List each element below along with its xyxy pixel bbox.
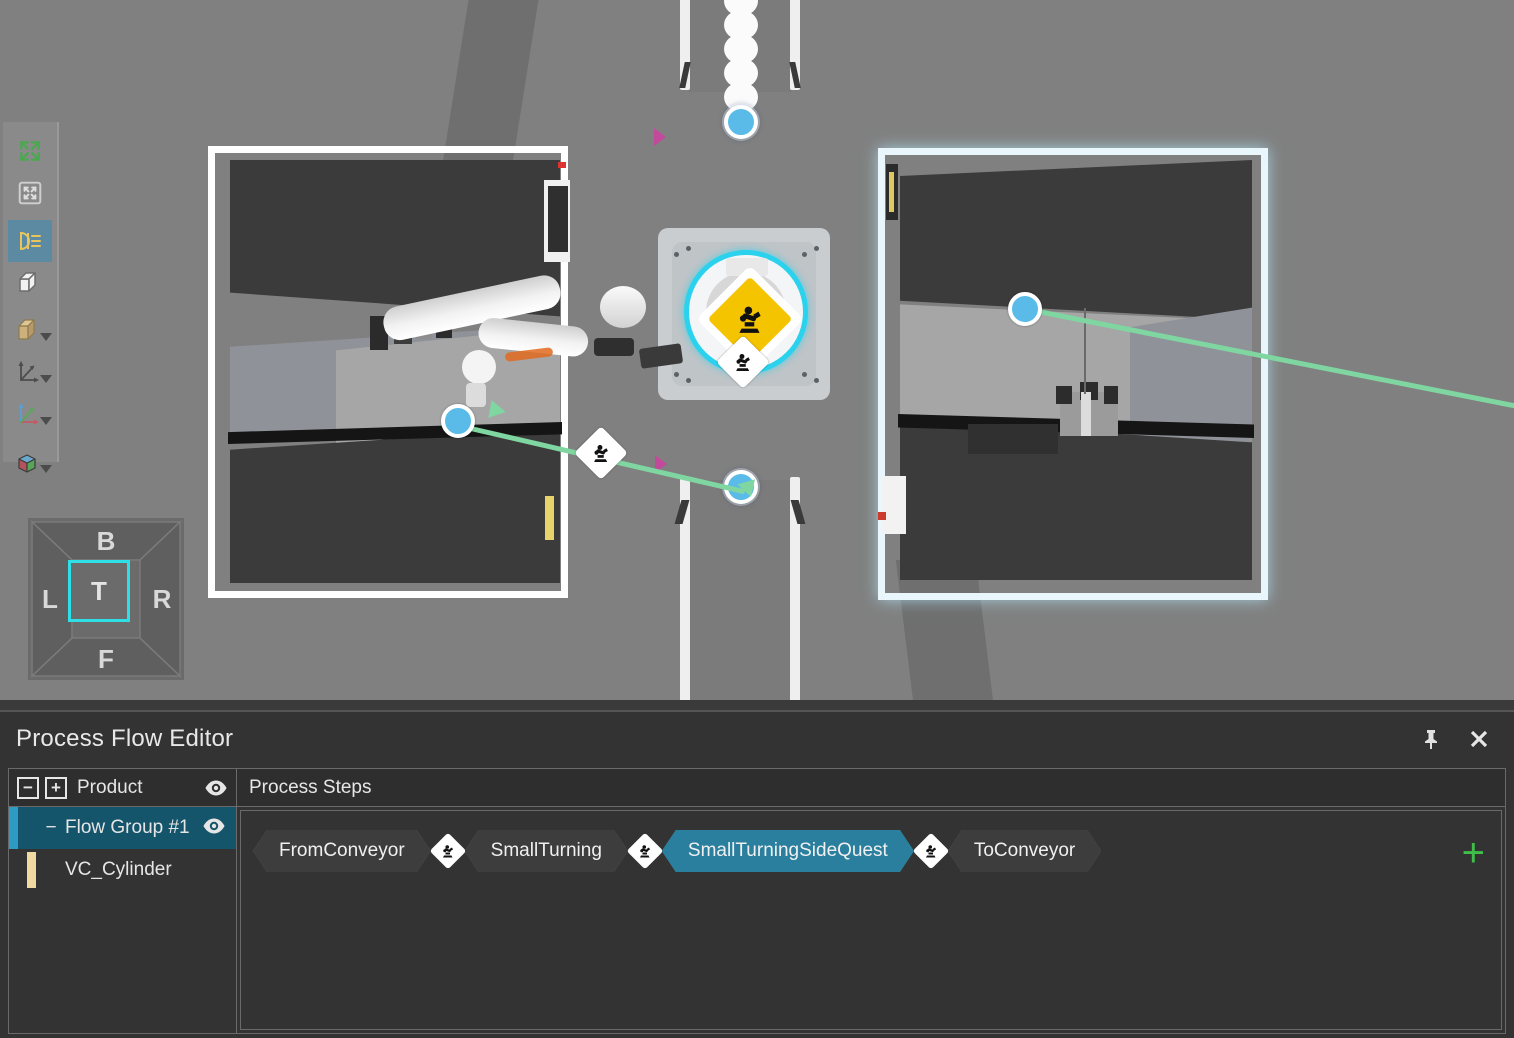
robot-arm-icon bbox=[739, 306, 761, 333]
panel-title-bar: Process Flow Editor bbox=[0, 712, 1514, 766]
page-title: Process Flow Editor bbox=[16, 725, 234, 752]
toolbar-item-coordinate-display[interactable] bbox=[2, 352, 58, 394]
process-steps-row: FromConveyor SmallTurning SmallTurningSi… bbox=[253, 825, 1441, 877]
process-step-label: SmallTurningSideQuest bbox=[662, 830, 914, 872]
view-cube-label-front[interactable]: F bbox=[86, 644, 126, 674]
product-tree-header: − + Product bbox=[9, 769, 236, 807]
product-tree-list: − Flow Group #1 VC_Cylinder bbox=[9, 807, 236, 1033]
conveyor-bottom bbox=[674, 477, 806, 710]
tree-row-vc-cylinder[interactable]: VC_Cylinder bbox=[9, 849, 236, 891]
chevron-down-icon[interactable] bbox=[40, 375, 52, 383]
process-steps-header: Process Steps bbox=[237, 769, 1505, 807]
direction-marker bbox=[654, 128, 666, 146]
viewport-scene bbox=[0, 0, 1514, 710]
3d-viewport[interactable]: B L R F T bbox=[0, 0, 1514, 710]
panel-body: − + Product − Flow Group #1 VC_Cylinder … bbox=[8, 768, 1506, 1034]
robot-arm-icon bbox=[639, 845, 650, 858]
view-cube[interactable]: B L R F T bbox=[28, 518, 184, 680]
pin-button[interactable] bbox=[1418, 726, 1444, 752]
robot-arm-icon bbox=[925, 845, 936, 858]
process-step-from-conveyor[interactable]: FromConveyor bbox=[253, 830, 431, 872]
process-step-small-turning-side-quest[interactable]: SmallTurningSideQuest bbox=[662, 830, 914, 872]
toolbar-item-component-display[interactable] bbox=[2, 442, 58, 484]
close-button[interactable] bbox=[1466, 726, 1492, 752]
eye-icon bbox=[203, 818, 225, 833]
tree-row-expander[interactable]: − bbox=[41, 817, 61, 839]
tree-row-color-bar bbox=[9, 807, 18, 849]
application-window: B L R F T Process Flow Editor − + Produc… bbox=[0, 0, 1514, 1038]
close-icon bbox=[1470, 730, 1488, 748]
toolbar-item-rendering-style[interactable] bbox=[2, 310, 58, 352]
view-cube-label-back[interactable]: B bbox=[86, 526, 126, 556]
process-flow-editor-panel: Process Flow Editor − + Product − Flow G… bbox=[0, 710, 1514, 1038]
robot-statement-badge[interactable] bbox=[626, 832, 664, 870]
flow-arrowhead bbox=[488, 400, 508, 421]
robot-arm-icon bbox=[736, 354, 750, 371]
wireframe-cube-icon bbox=[19, 272, 36, 292]
pin-icon bbox=[1425, 730, 1437, 749]
waypoint-node-machine-right[interactable] bbox=[1008, 292, 1042, 326]
robot-statement-badge[interactable] bbox=[429, 832, 467, 870]
expand-all-button[interactable]: + bbox=[45, 776, 67, 799]
toolbar-item-headlight[interactable] bbox=[2, 220, 58, 262]
view-cube-label-right[interactable]: R bbox=[144, 584, 180, 614]
robot-arm-icon bbox=[594, 445, 608, 462]
product-tree-header-label: Product bbox=[77, 776, 143, 798]
robot-arm-icon bbox=[442, 845, 453, 858]
machine-left[interactable] bbox=[208, 146, 570, 598]
visibility-toggle-all[interactable] bbox=[204, 779, 228, 797]
tree-row-flow-group[interactable]: − Flow Group #1 bbox=[9, 807, 236, 849]
viewport-toolbar bbox=[2, 122, 59, 473]
product-tree-pane: − + Product − Flow Group #1 VC_Cylinder bbox=[9, 769, 237, 1033]
panel-title-actions bbox=[1418, 726, 1492, 752]
eye-icon bbox=[205, 780, 227, 795]
process-step-connector[interactable] bbox=[626, 832, 664, 870]
process-steps-pane: Process Steps FromConveyor SmallTurning … bbox=[237, 769, 1505, 1033]
add-step-button[interactable]: + bbox=[1462, 833, 1485, 873]
tree-row-label: VC_Cylinder bbox=[65, 859, 172, 880]
robot-statement-badge[interactable] bbox=[574, 426, 628, 480]
waypoint-node-from-conveyor[interactable] bbox=[724, 105, 758, 139]
floor-strip bbox=[0, 700, 1514, 710]
process-step-small-turning[interactable]: SmallTurning bbox=[465, 830, 628, 872]
process-step-to-conveyor[interactable]: ToConveyor bbox=[948, 830, 1101, 872]
background-pillar bbox=[441, 0, 539, 170]
headlight-icon bbox=[20, 231, 41, 251]
process-step-connector[interactable] bbox=[912, 832, 950, 870]
robot-joint bbox=[600, 286, 646, 328]
view-cube-label-left[interactable]: L bbox=[32, 584, 68, 614]
view-cube-label-top[interactable]: T bbox=[68, 560, 130, 622]
chevron-down-icon[interactable] bbox=[40, 465, 52, 473]
process-step-connector[interactable] bbox=[429, 832, 467, 870]
visibility-toggle-flow-group[interactable] bbox=[202, 817, 226, 840]
tree-row-color-bar bbox=[27, 852, 36, 888]
waypoint-node-machine-left[interactable] bbox=[441, 404, 475, 438]
collapse-all-button[interactable]: − bbox=[17, 776, 39, 799]
toolbar-item-fit-to-view[interactable] bbox=[2, 130, 58, 172]
process-steps-canvas[interactable]: FromConveyor SmallTurning SmallTurningSi… bbox=[240, 810, 1502, 1030]
robot-joint-wrist bbox=[462, 350, 496, 384]
chevron-down-icon[interactable] bbox=[40, 333, 52, 341]
process-step-label: SmallTurning bbox=[465, 830, 628, 872]
toolbar-item-wireframe[interactable] bbox=[2, 262, 58, 304]
toolbar-item-frames[interactable] bbox=[2, 394, 58, 436]
process-step-label: ToConveyor bbox=[948, 830, 1101, 872]
process-step-label: FromConveyor bbox=[253, 830, 431, 872]
zoom-to-selection-icon bbox=[18, 181, 42, 205]
toolbar-item-zoom-to-selection[interactable] bbox=[2, 172, 58, 214]
chevron-down-icon[interactable] bbox=[40, 417, 52, 425]
robot-statement-badge[interactable] bbox=[912, 832, 950, 870]
tree-row-label: Flow Group #1 bbox=[65, 817, 190, 838]
robot-joint-end bbox=[466, 383, 486, 407]
machine-right[interactable] bbox=[878, 148, 1268, 600]
fit-to-view-icon bbox=[20, 141, 40, 161]
